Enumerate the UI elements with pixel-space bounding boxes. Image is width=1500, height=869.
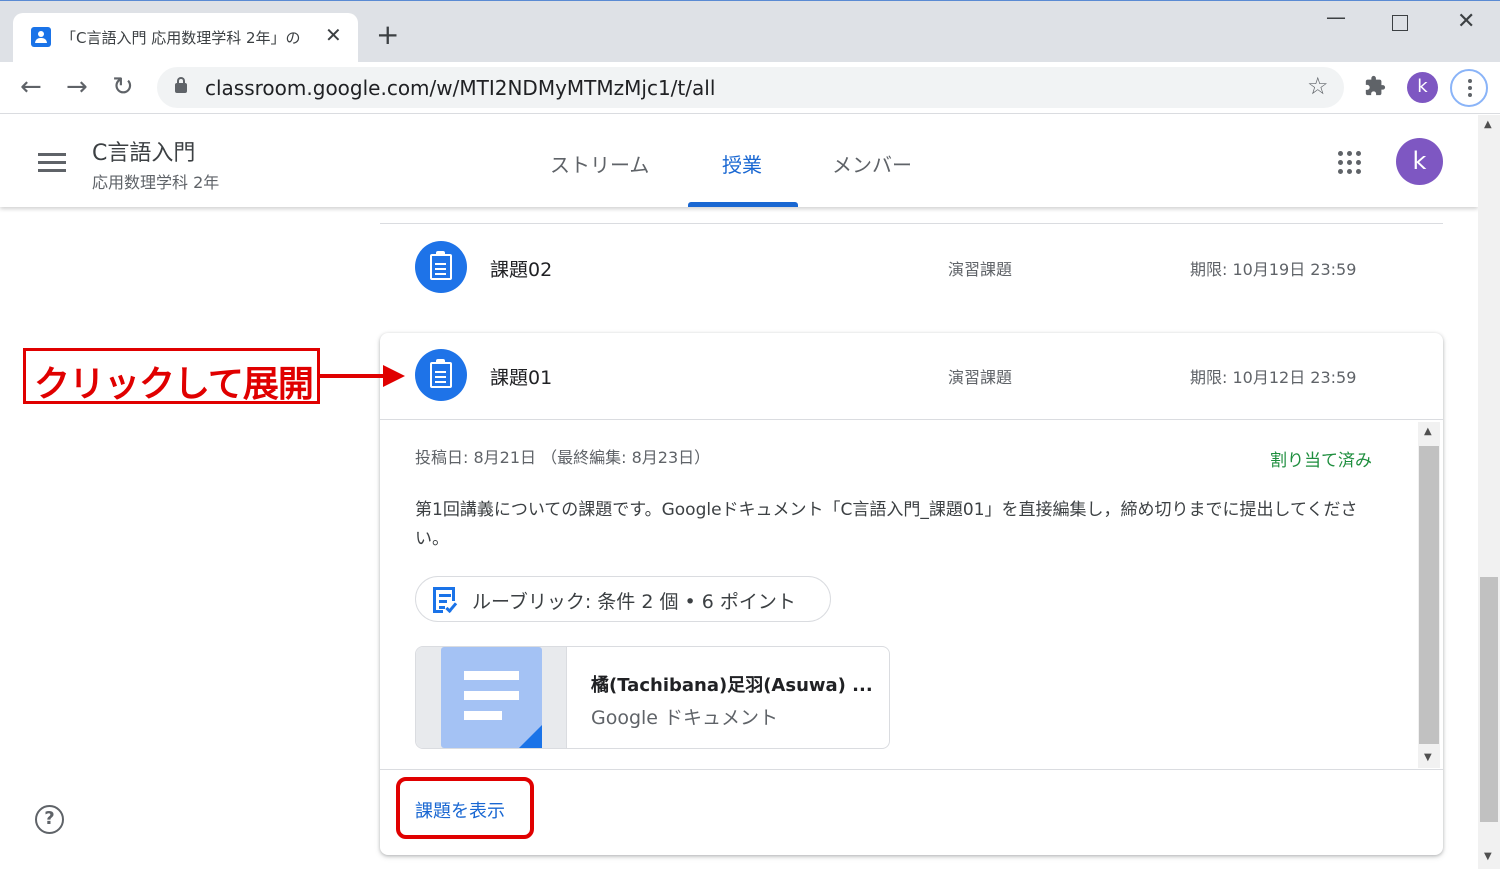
- annotation-arrow-head-icon: [383, 365, 405, 387]
- assignment-details: 投稿日: 8月21日 （最終編集: 8月23日） 割り当て済み 第1回講義につい…: [380, 420, 1420, 769]
- browser-toolbar: ← → ↻ classroom.google.com/w/MTI2NDMyMTM…: [0, 62, 1500, 114]
- assignment-description: 第1回講義についての課題です。Googleドキュメント「C言語入門_課題01」を…: [415, 500, 1358, 549]
- bookmark-star-icon[interactable]: ☆: [1307, 72, 1329, 100]
- address-bar[interactable]: classroom.google.com/w/MTI2NDMyMTMzMjc1/…: [157, 67, 1344, 108]
- attachment-thumbnail[interactable]: [416, 647, 567, 748]
- assignment-row-01[interactable]: 課題01 演習課題 期限: 10月12日 23:59: [380, 333, 1443, 421]
- assignment-topic: 演習課題: [948, 260, 1013, 279]
- scroll-up-icon[interactable]: ▲: [1484, 119, 1492, 130]
- tab-close-icon[interactable]: ✕: [325, 23, 342, 47]
- hamburger-menu-icon[interactable]: [38, 153, 66, 173]
- annotation-arrow: [320, 374, 385, 378]
- maximize-button[interactable]: [1392, 15, 1408, 31]
- classroom-app: C言語入門 応用数理学科 2年 ストリーム 授業 メンバー k 課題02 演習課…: [0, 115, 1478, 869]
- reload-icon[interactable]: ↻: [112, 72, 134, 102]
- browser-menu-icon[interactable]: [1450, 69, 1488, 107]
- tab-classwork[interactable]: 授業: [722, 149, 762, 178]
- classroom-header: C言語入門 応用数理学科 2年 ストリーム 授業 メンバー k: [0, 115, 1478, 207]
- attachment-card[interactable]: 橘(Tachibana)足羽(Asuwa) ... Google ドキュメント: [415, 646, 890, 749]
- annotation-text: クリックして展開: [34, 364, 314, 405]
- highlight-box: [396, 777, 534, 839]
- back-icon[interactable]: ←: [20, 72, 42, 102]
- scrollbar-thumb[interactable]: [1480, 577, 1498, 822]
- assignment-status: 割り当て済み: [1270, 451, 1372, 471]
- url-text[interactable]: classroom.google.com/w/MTI2NDMyMTMzMjc1/…: [205, 76, 715, 100]
- new-tab-button[interactable]: +: [376, 21, 399, 49]
- rubric-icon: [433, 587, 458, 614]
- details-scrollbar[interactable]: ▲ ▼: [1418, 422, 1440, 768]
- active-tab-indicator: [688, 202, 798, 207]
- help-icon[interactable]: ?: [35, 805, 64, 834]
- assignment-due-date: 期限: 10月19日 23:59: [1190, 260, 1357, 279]
- scrollbar-thumb[interactable]: [1419, 446, 1439, 744]
- page-scrollbar[interactable]: ▲ ▼: [1478, 115, 1500, 869]
- assignment-title[interactable]: 課題01: [490, 363, 552, 390]
- assignment-card-expanded: 課題01 演習課題 期限: 10月12日 23:59 投稿日: 8月21日 （最…: [380, 333, 1443, 855]
- browser-tab-strip: 「C言語入門 応用数理学科 2年」の ✕ + — ✕: [0, 0, 1500, 63]
- browser-profile-avatar[interactable]: k: [1407, 72, 1438, 103]
- minimize-button[interactable]: —: [1326, 5, 1346, 29]
- annotation-callout: クリックして展開: [23, 348, 320, 405]
- scroll-down-icon[interactable]: ▼: [1484, 851, 1492, 862]
- divider: [380, 769, 1443, 770]
- assignment-clipboard-icon: [415, 349, 467, 401]
- google-apps-grid-icon[interactable]: [1338, 151, 1362, 175]
- rubric-label[interactable]: ルーブリック: 条件 2 個 • 6 ポイント: [472, 587, 796, 614]
- assignment-due-date: 期限: 10月12日 23:59: [1190, 368, 1357, 387]
- scroll-down-icon[interactable]: ▼: [1424, 752, 1432, 763]
- docs-fold-icon: [519, 725, 542, 748]
- account-avatar[interactable]: k: [1396, 138, 1443, 185]
- class-section: 応用数理学科 2年: [92, 173, 220, 192]
- classroom-favicon-icon: [31, 27, 51, 47]
- tab-people[interactable]: メンバー: [832, 149, 912, 178]
- forward-icon[interactable]: →: [66, 72, 88, 102]
- rubric-chip[interactable]: ルーブリック: 条件 2 個 • 6 ポイント: [415, 576, 831, 622]
- browser-tab[interactable]: 「C言語入門 応用数理学科 2年」の ✕: [13, 13, 358, 63]
- assignment-title[interactable]: 課題02: [490, 255, 552, 282]
- assignment-topic: 演習課題: [948, 368, 1013, 387]
- tab-stream[interactable]: ストリーム: [550, 149, 649, 178]
- class-title[interactable]: C言語入門: [92, 135, 195, 167]
- extensions-puzzle-icon[interactable]: [1364, 75, 1386, 97]
- attachment-title[interactable]: 橘(Tachibana)足羽(Asuwa) ...: [591, 671, 873, 697]
- divider: [380, 223, 1443, 224]
- posted-date: 投稿日: 8月21日 （最終編集: 8月23日）: [415, 448, 711, 467]
- attachment-type: Google ドキュメント: [591, 707, 779, 729]
- assignment-row-02[interactable]: 課題02 演習課題 期限: 10月19日 23:59: [380, 225, 1443, 313]
- assignment-clipboard-icon: [415, 241, 467, 293]
- lock-icon[interactable]: [175, 77, 187, 93]
- window-close-button[interactable]: ✕: [1457, 9, 1475, 34]
- scroll-up-icon[interactable]: ▲: [1424, 426, 1432, 437]
- tab-title: 「C言語入門 応用数理学科 2年」の: [61, 29, 301, 47]
